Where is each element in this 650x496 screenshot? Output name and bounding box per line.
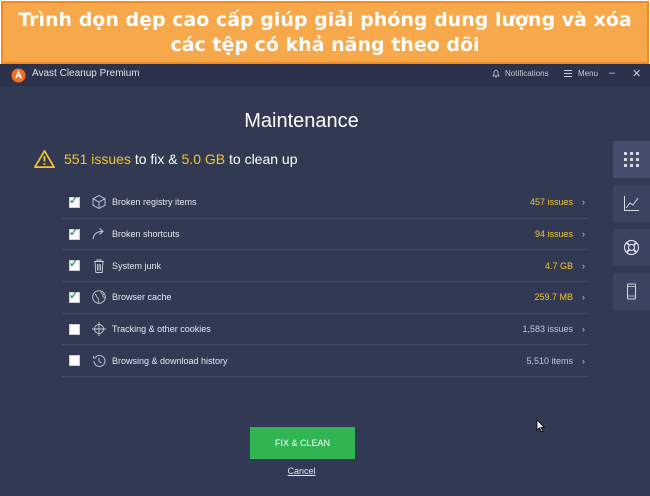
- summary-text-end: to clean up: [225, 151, 298, 167]
- cancel-link[interactable]: Cancel: [0, 466, 603, 476]
- crosshair-icon: [92, 322, 106, 337]
- item-label: Broken registry items: [112, 197, 197, 208]
- notifications-button[interactable]: Notifications: [492, 69, 549, 78]
- side-button-mobile[interactable]: [613, 273, 650, 310]
- item-value: 457 issues: [529, 197, 573, 208]
- side-button-chart[interactable]: [613, 185, 650, 222]
- chevron-right-icon[interactable]: ›: [582, 356, 585, 366]
- hamburger-icon: [564, 70, 572, 77]
- avast-logo-icon: [11, 68, 26, 83]
- chevron-right-icon[interactable]: ›: [582, 261, 585, 271]
- registry-cube-icon: [92, 195, 106, 210]
- minimize-button[interactable]: –: [609, 67, 615, 79]
- bell-icon: [492, 70, 500, 78]
- issues-summary: 551 issues to fix & 5.0 GB to clean up: [34, 149, 298, 169]
- item-label: System junk: [112, 260, 162, 271]
- item-label: Broken shortcuts: [112, 229, 180, 240]
- checkmark-icon: ✓: [69, 194, 79, 207]
- phone-icon: [627, 283, 636, 300]
- fix-and-clean-button[interactable]: FIX & CLEAN: [250, 427, 355, 459]
- list-item-system-junk[interactable]: ✓ System junk 4.7 GB ›: [62, 250, 589, 283]
- checkbox[interactable]: [69, 355, 80, 367]
- list-item-browsing-history[interactable]: Browsing & download history 5,510 items …: [62, 345, 589, 378]
- item-value: 259.7 MB: [534, 292, 573, 303]
- chevron-right-icon[interactable]: ›: [582, 229, 585, 239]
- close-button[interactable]: ✕: [632, 67, 641, 80]
- issues-count: 551 issues: [64, 151, 131, 167]
- list-item-tracking-cookies[interactable]: Tracking & other cookies 1,583 issues ›: [62, 314, 589, 346]
- chevron-right-icon[interactable]: ›: [582, 292, 585, 302]
- trash-icon: [94, 259, 104, 273]
- summary-text-mid: to fix &: [130, 151, 182, 167]
- page-title: Maintenance: [244, 110, 359, 132]
- menu-button[interactable]: Menu: [564, 69, 598, 78]
- globe-icon: [92, 290, 106, 305]
- checkbox[interactable]: [69, 323, 80, 335]
- list-item-shortcuts[interactable]: ✓ Broken shortcuts 94 issues ›: [62, 219, 589, 251]
- caption-banner: Trình dọn dẹp cao cấp giúp giải phóng du…: [1, 1, 649, 64]
- list-item-registry[interactable]: ✓ Broken registry items 457 issues ›: [62, 187, 589, 219]
- app-title: Avast Cleanup Premium: [32, 68, 140, 79]
- maintenance-list: ✓ Broken registry items 457 issues › ✓ B…: [62, 187, 589, 378]
- item-value: 4.7 GB: [544, 260, 573, 271]
- chevron-right-icon[interactable]: ›: [582, 197, 585, 207]
- item-value: 5,510 items: [526, 355, 573, 366]
- item-label: Browsing & download history: [112, 355, 228, 366]
- checkbox[interactable]: ✓: [69, 226, 80, 240]
- title-bar: Avast Cleanup Premium Notifications Menu…: [0, 64, 650, 86]
- lifebuoy-icon: [623, 239, 640, 256]
- side-toolbar: [613, 141, 650, 317]
- checkmark-icon: ✓: [69, 289, 79, 302]
- cleanup-size: 5.0 GB: [181, 151, 226, 167]
- shortcut-arrow-icon: [92, 228, 104, 240]
- app-window: Avast Cleanup Premium Notifications Menu…: [0, 64, 650, 496]
- warning-icon: [34, 150, 55, 168]
- side-button-grid[interactable]: [613, 141, 650, 178]
- side-button-support[interactable]: [613, 229, 650, 266]
- mouse-cursor-icon: [536, 419, 546, 433]
- checkbox[interactable]: ✓: [69, 289, 80, 303]
- chart-icon: [624, 196, 639, 211]
- list-item-browser-cache[interactable]: ✓ Browser cache 259.7 MB ›: [62, 282, 589, 314]
- checkbox[interactable]: ✓: [69, 194, 80, 208]
- caption-text: Trình dọn dẹp cao cấp giúp giải phóng du…: [18, 8, 632, 56]
- item-value: 94 issues: [534, 229, 573, 240]
- checkmark-icon: ✓: [69, 226, 79, 239]
- item-label: Tracking & other cookies: [112, 324, 211, 335]
- item-label: Browser cache: [112, 292, 172, 303]
- notifications-label: Notifications: [505, 69, 549, 78]
- menu-label: Menu: [578, 69, 599, 78]
- checkmark-icon: ✓: [69, 258, 79, 271]
- chevron-right-icon[interactable]: ›: [582, 324, 585, 334]
- checkbox[interactable]: ✓: [69, 258, 80, 272]
- grid-icon: [624, 152, 639, 167]
- history-clock-icon: [92, 354, 106, 367]
- item-value: 1,583 issues: [522, 324, 573, 335]
